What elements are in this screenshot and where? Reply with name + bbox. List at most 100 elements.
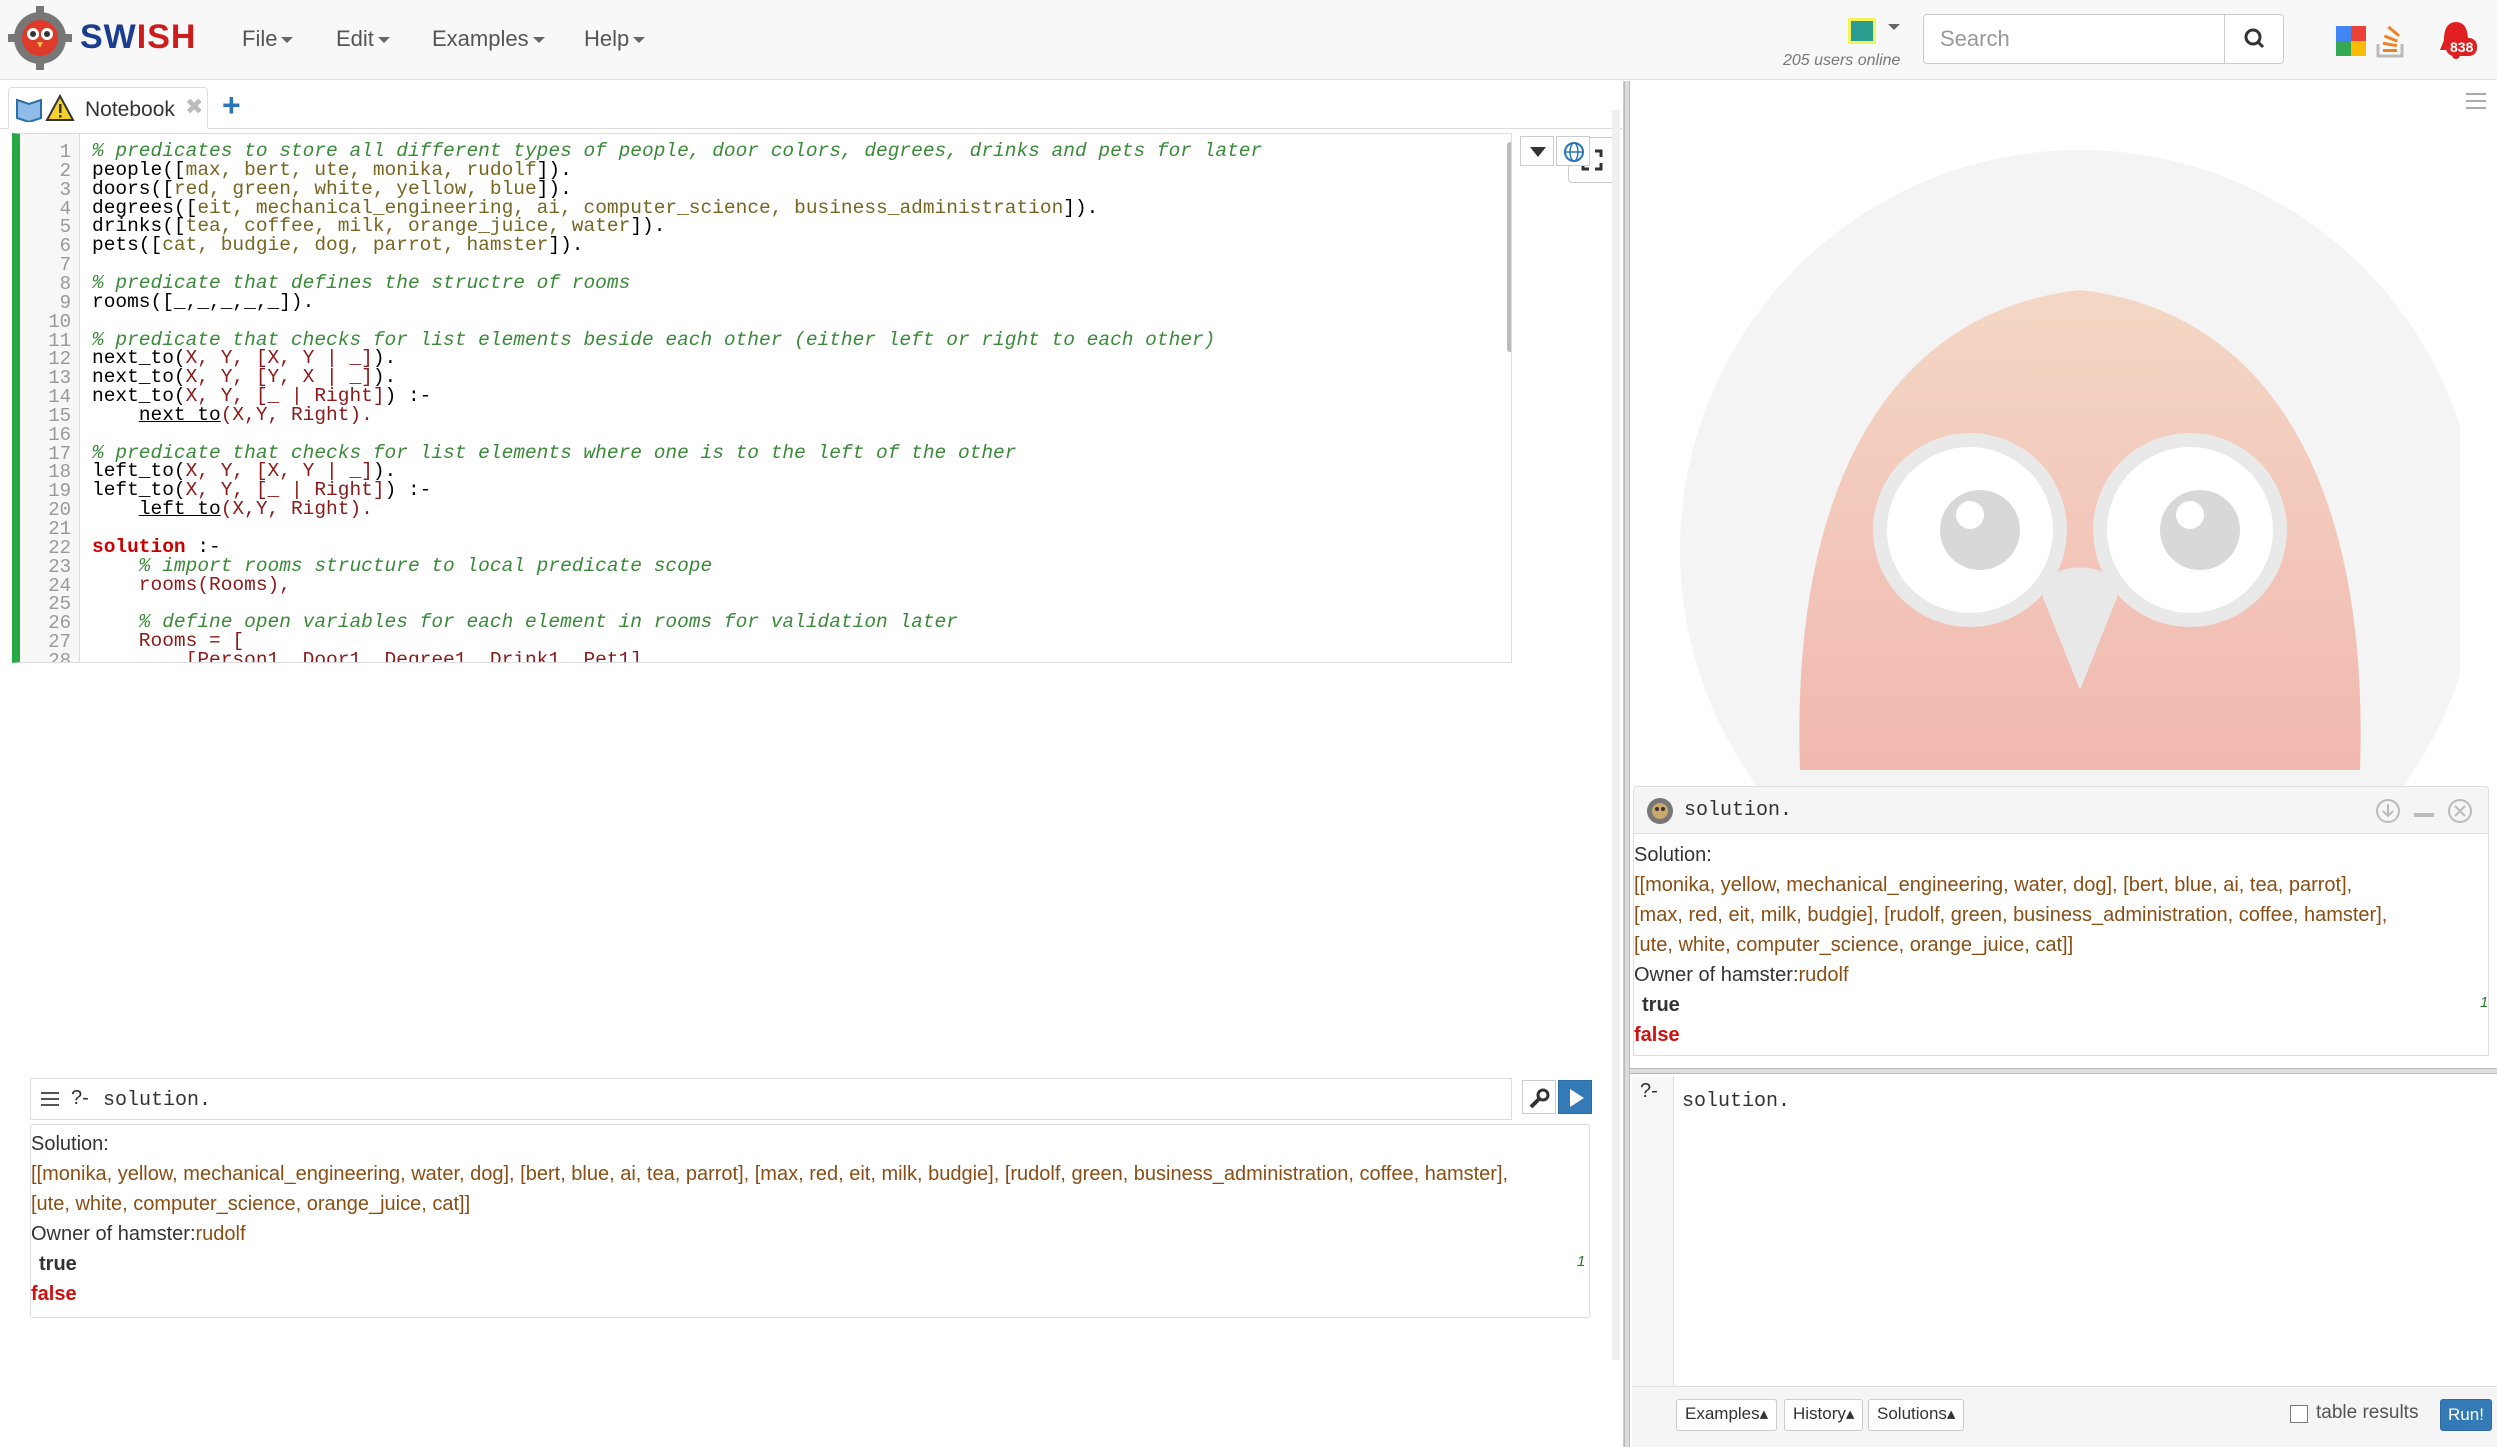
answer-solution-label: Solution: bbox=[31, 1133, 109, 1155]
query-prompt: ?- bbox=[71, 1087, 89, 1109]
code-token: ]). bbox=[548, 234, 584, 257]
query-settings-button[interactable] bbox=[1522, 1080, 1556, 1114]
answer-count: 1 bbox=[1577, 1253, 1586, 1270]
runner-true: true bbox=[1642, 994, 1680, 1016]
runner-query-prompt: ?- bbox=[1640, 1080, 1658, 1102]
add-tab-button[interactable]: + bbox=[222, 89, 241, 121]
caret-down-icon[interactable] bbox=[1888, 24, 1900, 30]
answer-line-2-text: [ute, white, computer_science, orange_ju… bbox=[31, 1193, 471, 1215]
history-button[interactable]: History▴ bbox=[1784, 1399, 1864, 1431]
swish-logo-icon bbox=[1647, 798, 1673, 824]
notification-badge: 838 bbox=[2446, 38, 2478, 56]
table-results-checkbox[interactable] bbox=[2290, 1405, 2308, 1423]
solutions-button[interactable]: Solutions▴ bbox=[1868, 1399, 1965, 1431]
answer-owner-value: rudolf bbox=[195, 1223, 246, 1245]
answer-false: false bbox=[31, 1283, 77, 1305]
menu-edit-label: Edit bbox=[336, 26, 374, 51]
query-text[interactable]: solution. bbox=[103, 1089, 211, 1112]
code-token: next_to bbox=[138, 403, 221, 426]
users-online-count: 205 users online bbox=[1783, 52, 1901, 69]
menu-help[interactable]: Help bbox=[584, 26, 646, 52]
menu-file[interactable]: File bbox=[242, 26, 294, 52]
navbar: SWISH File Edit Examples Help 205 users … bbox=[0, 0, 2497, 80]
brand-ish: ISH bbox=[136, 18, 197, 56]
close-icon[interactable] bbox=[2446, 797, 2474, 825]
code-line: rooms(Rooms), bbox=[92, 574, 291, 596]
brand-sw: SW bbox=[80, 18, 137, 56]
answer-line-1: [[monika, yellow, mechanical_engineering… bbox=[31, 1163, 1508, 1186]
stackoverflow-icon[interactable] bbox=[2374, 22, 2408, 60]
tab-notebook-label: Notebook bbox=[85, 98, 175, 121]
caret-down-icon bbox=[532, 37, 545, 44]
menu-help-label: Help bbox=[584, 26, 630, 51]
user-avatar-icon[interactable] bbox=[1848, 18, 1876, 44]
runner-line-3: [ute, white, computer_science, orange_ju… bbox=[1634, 934, 2073, 957]
runner-query-gutter bbox=[1632, 1076, 1674, 1386]
warning-icon bbox=[45, 94, 75, 121]
code-line: pets([cat, budgie, dog, parrot, hamster]… bbox=[92, 234, 584, 256]
menu-edit[interactable]: Edit bbox=[336, 26, 390, 52]
code-token: rooms([_,_,_,_,_]). bbox=[92, 290, 315, 313]
tab-bar: Notebook ✖ + bbox=[0, 81, 1624, 129]
runner-splitter[interactable] bbox=[1630, 1068, 2497, 1074]
runner-false: false bbox=[1634, 1024, 1680, 1046]
run-button[interactable]: Run! bbox=[2440, 1399, 2492, 1431]
runner-count: 1 bbox=[2480, 994, 2489, 1011]
code-editor[interactable]: 1 2 3 4 5 6 7 8 9 10 11 12 13 14 15 16 17 18 19 20 21 22 23 24 2… bbox=[12, 133, 1512, 663]
editor-scrollbar[interactable] bbox=[1507, 142, 1511, 352]
runner-line-1: [[monika, yellow, mechanical_engineering… bbox=[1634, 874, 2352, 897]
caret-down-icon bbox=[377, 37, 390, 44]
search-input[interactable] bbox=[1923, 14, 2225, 64]
code-token: left_to bbox=[138, 498, 221, 521]
runner-line-2: [max, red, eit, milk, budgie], [rudolf, … bbox=[1634, 904, 2387, 927]
hamburger-icon[interactable] bbox=[39, 1089, 61, 1109]
brand-title[interactable]: SWISH bbox=[80, 18, 196, 57]
play-icon bbox=[1570, 1089, 1584, 1107]
table-results-label: table results bbox=[2316, 1402, 2419, 1423]
notebook-scrollbar[interactable] bbox=[1612, 110, 1620, 1360]
tab-close-icon[interactable]: ✖ bbox=[185, 94, 203, 120]
code-token: pets([ bbox=[92, 234, 163, 257]
runner-owner-value: rudolf bbox=[1798, 964, 1849, 986]
runner-solution-label: Solution: bbox=[1634, 844, 1712, 866]
menu-examples[interactable]: Examples bbox=[432, 26, 545, 52]
line-number: 28 bbox=[48, 649, 71, 663]
examples-button[interactable]: Examples▴ bbox=[1676, 1399, 1778, 1431]
runner-owner-label: Owner of hamster: bbox=[1634, 964, 1799, 986]
runner-header: solution. bbox=[1633, 786, 2489, 834]
runner-title: solution. bbox=[1684, 799, 1793, 822]
query-run-button[interactable] bbox=[1558, 1080, 1592, 1114]
triangle-down-icon bbox=[1530, 147, 1546, 157]
tab-notebook[interactable]: Notebook ✖ bbox=[8, 87, 208, 129]
caret-down-icon bbox=[633, 37, 646, 44]
cell-menu-button[interactable] bbox=[1520, 136, 1554, 166]
code-token: ]). bbox=[1063, 196, 1099, 219]
code-line: rooms([_,_,_,_,_]). bbox=[92, 291, 314, 313]
query-answer: Solution: [[monika, yellow, mechanical_e… bbox=[30, 1124, 1590, 1318]
download-icon[interactable] bbox=[2374, 797, 2402, 825]
search-button[interactable] bbox=[2224, 14, 2284, 64]
globe-icon bbox=[1564, 142, 1584, 162]
line-gutter: 1 2 3 4 5 6 7 8 9 10 11 12 13 14 15 16 17 18 19 20 21 22 23 24 2… bbox=[20, 134, 80, 662]
menu-file-label: File bbox=[242, 26, 278, 51]
google-icon[interactable] bbox=[2334, 24, 2368, 58]
wrench-icon bbox=[1529, 1088, 1550, 1109]
runner-line-2-text: [max, red, eit, milk, budgie], [rudolf, … bbox=[1634, 904, 2388, 926]
cell-globe-button[interactable] bbox=[1556, 136, 1590, 166]
answer-true: true bbox=[39, 1253, 77, 1275]
minimize-icon[interactable] bbox=[2410, 797, 2438, 825]
code-token: cat, budgie, dog, parrot, hamster bbox=[162, 234, 549, 257]
code-line: left_to(X,Y, Right). bbox=[92, 498, 373, 520]
owl-watermark-icon bbox=[1680, 150, 2460, 790]
runner-query-text[interactable]: solution. bbox=[1682, 1090, 1790, 1113]
code-token: rooms(Rooms), bbox=[92, 573, 291, 596]
hamburger-icon[interactable] bbox=[2464, 90, 2488, 112]
swish-logo-icon[interactable] bbox=[8, 6, 72, 70]
query-editor[interactable]: ?- solution. bbox=[30, 1078, 1512, 1120]
runner-line-3-text: [ute, white, computer_science, orange_ju… bbox=[1634, 934, 2074, 956]
code-token: ]). bbox=[630, 215, 666, 238]
code-token: ) :- bbox=[384, 479, 432, 502]
code-token: (X,Y, Right). bbox=[220, 403, 373, 426]
runner-query-editor[interactable] bbox=[1676, 1076, 2497, 1386]
